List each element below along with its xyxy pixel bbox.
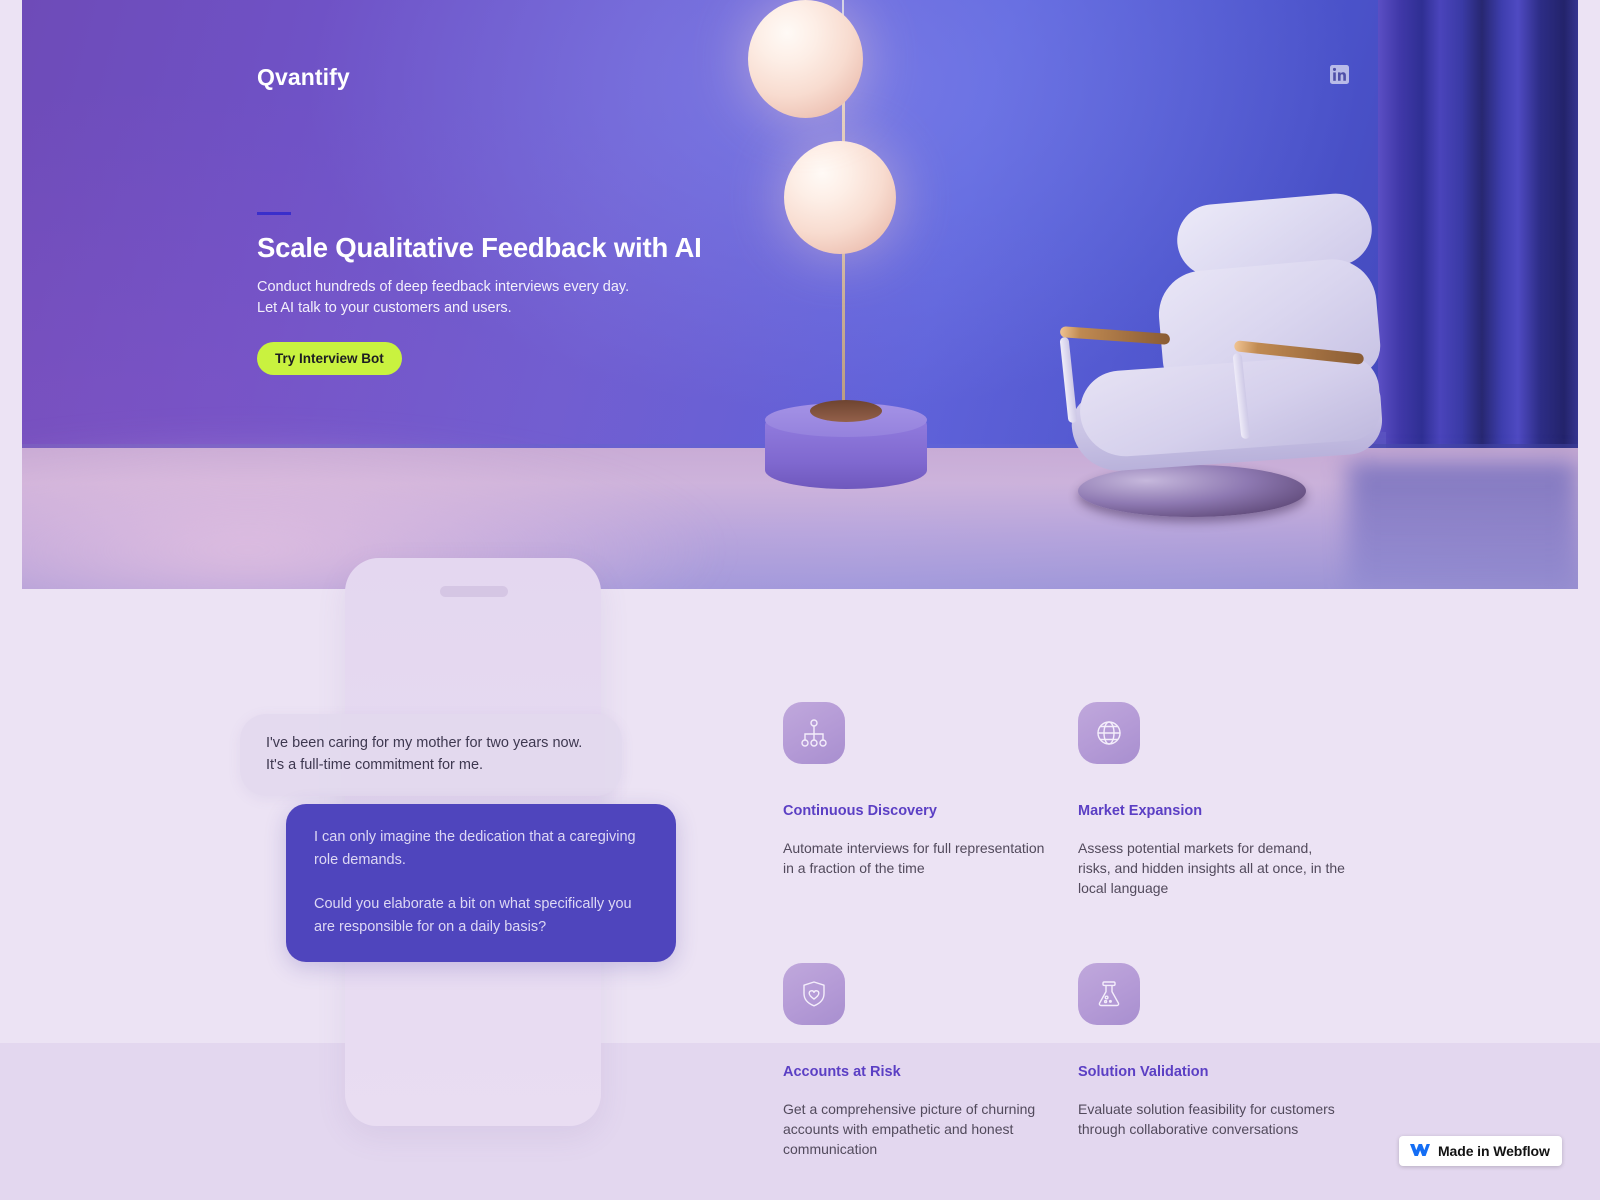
curtain-reflection xyxy=(1348,462,1578,589)
feature-card-market-expansion[interactable]: Market Expansion Assess potential market… xyxy=(1078,702,1348,898)
feature-card-accounts-at-risk[interactable]: Accounts at Risk Get a comprehensive pic… xyxy=(783,963,1053,1159)
feature-title: Solution Validation xyxy=(1078,1064,1209,1080)
linkedin-icon[interactable] xyxy=(1330,65,1349,84)
lounge-chair-illustration xyxy=(1032,190,1385,525)
lamp-base-opening xyxy=(810,400,882,422)
hero-subtitle-line-2: Let AI talk to your customers and users. xyxy=(257,299,512,316)
feature-title: Accounts at Risk xyxy=(783,1064,901,1080)
feature-description: Assess potential markets for demand, ris… xyxy=(1078,840,1345,896)
page-root: Qvantify Scale Qualitative Feedback with… xyxy=(0,0,1600,1200)
feature-card-continuous-discovery[interactable]: Continuous Discovery Automate interviews… xyxy=(783,702,1053,878)
title-accent-rule xyxy=(257,212,291,215)
chat-bubble-bot-line-1: I can only imagine the dedication that a… xyxy=(314,829,636,868)
site-logo[interactable]: Qvantify xyxy=(257,64,350,91)
try-interview-bot-button[interactable]: Try Interview Bot xyxy=(257,342,402,375)
shield-heart-icon xyxy=(783,963,845,1025)
feature-card-solution-validation[interactable]: Solution Validation Evaluate solution fe… xyxy=(1078,963,1348,1139)
flask-icon xyxy=(1078,963,1140,1025)
chat-bubble-bot-line-2: Could you elaborate a bit on what specif… xyxy=(314,896,632,935)
chair-armrest-left xyxy=(1059,326,1171,345)
chair-arm-post-left xyxy=(1059,336,1078,424)
feature-title: Market Expansion xyxy=(1078,803,1203,819)
org-chart-icon xyxy=(783,702,845,764)
chat-bubble-user: I've been caring for my mother for two y… xyxy=(240,714,622,796)
hero-subtitle: Conduct hundreds of deep feedback interv… xyxy=(257,277,629,318)
feature-title: Continuous Discovery xyxy=(783,803,937,819)
phone-speaker-notch xyxy=(440,586,508,597)
hero-subtitle-line-1: Conduct hundreds of deep feedback interv… xyxy=(257,279,630,295)
made-in-webflow-badge[interactable]: Made in Webflow xyxy=(1399,1136,1562,1166)
feature-description: Get a comprehensive picture of churning … xyxy=(783,1101,1036,1157)
lamp-sphere-upper xyxy=(748,0,863,118)
lamp-sphere-lower xyxy=(784,141,896,254)
curtain-decoration xyxy=(1378,0,1578,458)
hero-section: Qvantify Scale Qualitative Feedback with… xyxy=(22,0,1578,589)
chat-bubble-bot: I can only imagine the dedication that a… xyxy=(286,804,676,962)
page-title: Scale Qualitative Feedback with AI xyxy=(257,232,702,263)
feature-description: Automate interviews for full representat… xyxy=(783,840,1045,876)
feature-description: Evaluate solution feasibility for custom… xyxy=(1078,1101,1335,1137)
chair-base-disc xyxy=(1078,465,1306,517)
globe-icon xyxy=(1078,702,1140,764)
webflow-logo-icon xyxy=(1408,1142,1430,1161)
made-in-webflow-label: Made in Webflow xyxy=(1438,1143,1550,1159)
